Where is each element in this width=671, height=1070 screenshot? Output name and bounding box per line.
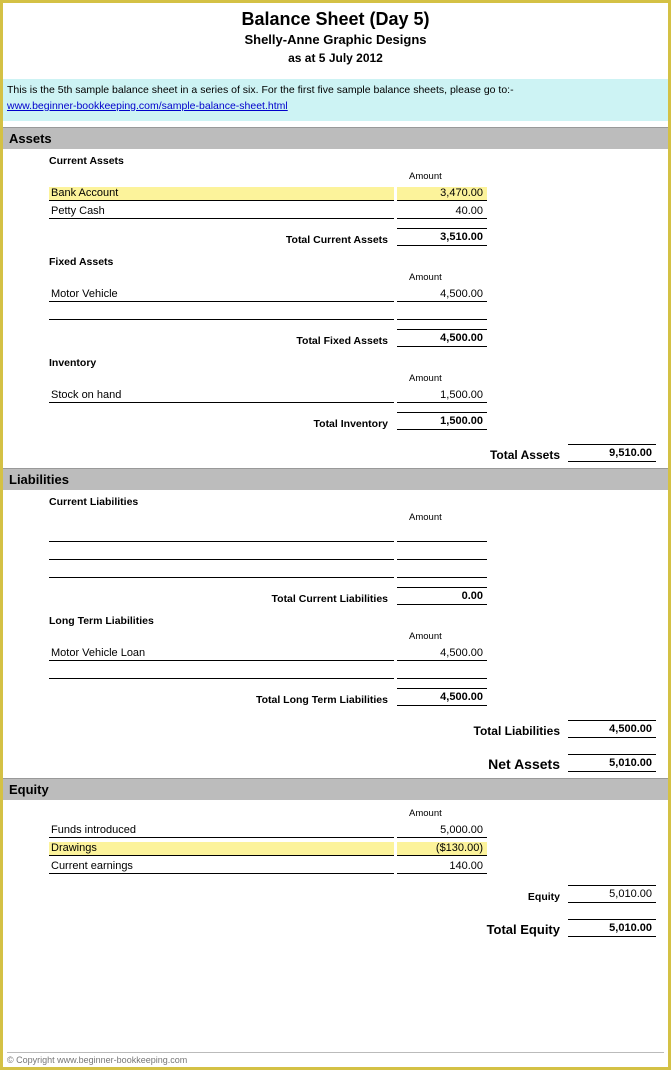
line-item [9,303,662,321]
amount-heading: Amount [9,631,662,644]
net-assets-row: Net Assets 5,010.00 [9,744,662,778]
amount-heading: Amount [9,272,662,285]
item-label: Motor Vehicle Loan [49,647,394,661]
item-value [397,544,487,560]
item-value: ($130.00) [397,842,487,856]
item-value: 1,500.00 [397,389,487,403]
line-item [9,543,662,561]
line-item [9,525,662,543]
inventory-heading: Inventory [9,351,662,373]
item-label [49,544,394,560]
line-item [9,561,662,579]
subtotal-label: Total Fixed Assets [49,335,394,347]
subtotal-label: Total Current Liabilities [49,593,394,605]
total-equity-label: Total Equity [9,922,568,937]
item-value [397,663,487,679]
subtotal-value: 4,500.00 [397,329,487,347]
fixed-assets-heading: Fixed Assets [9,250,662,272]
item-label: Drawings [49,842,394,856]
equity-heading: Equity [3,778,668,800]
amount-heading: Amount [9,800,662,821]
company-name: Shelly-Anne Graphic Designs [3,32,668,47]
subtotal-row: Total Fixed Assets 4,500.00 [9,321,662,351]
total-liabilities-value: 4,500.00 [568,720,656,738]
subtotal-value: 3,510.00 [397,228,487,246]
item-label: Motor Vehicle [49,288,394,302]
liabilities-content: Current Liabilities Amount Total Current… [3,490,668,778]
item-value: 4,500.00 [397,288,487,302]
report-date: as at 5 July 2012 [3,51,668,65]
amount-heading: Amount [9,171,662,184]
item-label: Current earnings [49,860,394,874]
net-assets-value: 5,010.00 [568,754,656,772]
assets-content: Current Assets Amount Bank Account 3,470… [3,149,668,468]
line-item: Motor Vehicle Loan 4,500.00 [9,644,662,662]
document-title: Balance Sheet (Day 5) [3,9,668,30]
subtotal-row: Total Long Term Liabilities 4,500.00 [9,680,662,710]
item-label: Stock on hand [49,389,394,403]
document-header: Balance Sheet (Day 5) Shelly-Anne Graphi… [3,3,668,75]
notice-link[interactable]: www.beginner-bookkeeping.com/sample-bala… [7,100,288,112]
net-assets-label: Net Assets [9,756,568,772]
total-liabilities-label: Total Liabilities [9,724,568,738]
equity-content: Amount Funds introduced 5,000.00 Drawing… [3,800,668,943]
item-label: Funds introduced [49,824,394,838]
total-assets-label: Total Assets [9,448,568,462]
item-label [49,562,394,578]
equity-sub-value: 5,010.00 [568,885,656,903]
item-value: 3,470.00 [397,187,487,201]
liabilities-heading: Liabilities [3,468,668,490]
item-value: 5,000.00 [397,824,487,838]
subtotal-value: 0.00 [397,587,487,605]
item-value [397,562,487,578]
line-item: Current earnings 140.00 [9,857,662,875]
subtotal-row: Total Current Liabilities 0.00 [9,579,662,609]
subtotal-label: Total Current Assets [49,234,394,246]
total-equity-value: 5,010.00 [568,919,656,937]
amount-heading: Amount [9,512,662,525]
assets-heading: Assets [3,127,668,149]
line-item: Drawings ($130.00) [9,839,662,857]
subtotal-row: Total Current Assets 3,510.00 [9,220,662,250]
line-item: Motor Vehicle 4,500.00 [9,285,662,303]
notice-box: This is the 5th sample balance sheet in … [3,79,668,121]
item-value: 4,500.00 [397,647,487,661]
current-liabilities-heading: Current Liabilities [9,490,662,512]
item-value [397,304,487,320]
item-label [49,304,394,320]
subtotal-row: Total Inventory 1,500.00 [9,404,662,434]
item-label: Petty Cash [49,205,394,219]
copyright-text: © Copyright www.beginner-bookkeeping.com [7,1052,664,1065]
subtotal-label: Total Long Term Liabilities [49,694,394,706]
equity-sub-label: Equity [9,891,568,903]
item-value [397,526,487,542]
longterm-liabilities-heading: Long Term Liabilities [9,609,662,631]
total-liabilities-row: Total Liabilities 4,500.00 [9,710,662,744]
line-item: Stock on hand 1,500.00 [9,386,662,404]
line-item: Petty Cash 40.00 [9,202,662,220]
item-value: 40.00 [397,205,487,219]
subtotal-value: 4,500.00 [397,688,487,706]
item-label [49,526,394,542]
subtotal-label: Total Inventory [49,418,394,430]
item-label [49,663,394,679]
total-assets-row: Total Assets 9,510.00 [9,434,662,468]
total-assets-value: 9,510.00 [568,444,656,462]
line-item [9,662,662,680]
line-item: Funds introduced 5,000.00 [9,821,662,839]
item-label: Bank Account [49,187,394,201]
line-item: Bank Account 3,470.00 [9,184,662,202]
notice-text: This is the 5th sample balance sheet in … [7,84,514,96]
item-value: 140.00 [397,860,487,874]
amount-heading: Amount [9,373,662,386]
current-assets-heading: Current Assets [9,149,662,171]
subtotal-value: 1,500.00 [397,412,487,430]
equity-subtotal-row: Equity 5,010.00 [9,875,662,909]
total-equity-row: Total Equity 5,010.00 [9,909,662,943]
